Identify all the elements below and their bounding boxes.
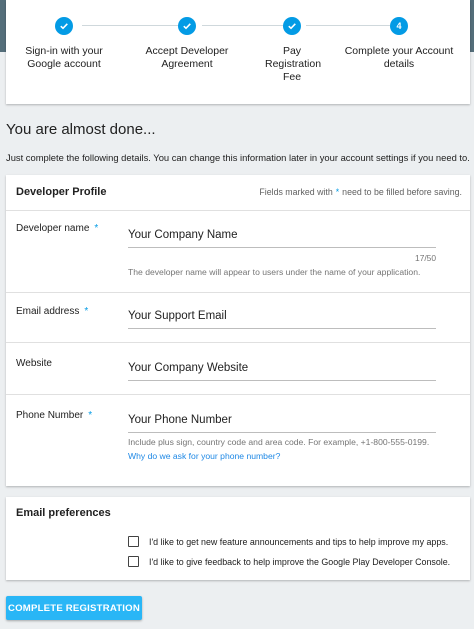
step-4-label: Complete your Account details: [344, 45, 454, 70]
feature-announcements-option[interactable]: I'd like to get new feature announcement…: [128, 536, 448, 547]
step-connector: [82, 25, 180, 26]
registration-stepper: 4 Sign-in with your Google account Accep…: [6, 0, 470, 104]
website-label: Website: [16, 358, 52, 369]
divider: [6, 394, 470, 395]
step-connector: [306, 25, 390, 26]
step-2-check-icon: [178, 17, 196, 35]
email-preferences-title: Email preferences: [16, 507, 111, 519]
phone-field[interactable]: [128, 411, 436, 433]
developer-name-input[interactable]: [128, 226, 436, 248]
developer-name-label: Developer name *: [16, 223, 99, 234]
feedback-label: I'd like to give feedback to help improv…: [149, 556, 451, 567]
step-3-label: Pay Registration Fee: [265, 45, 322, 83]
page-title: You are almost done...: [6, 121, 156, 138]
website-field[interactable]: [128, 359, 436, 381]
divider: [6, 342, 470, 343]
developer-profile-title: Developer Profile: [16, 186, 107, 198]
step-connector: [202, 25, 284, 26]
why-phone-link[interactable]: Why do we ask for your phone number?: [128, 451, 280, 461]
email-field[interactable]: [128, 307, 436, 329]
step-1-label: Sign-in with your Google account: [25, 45, 103, 70]
feedback-option[interactable]: I'd like to give feedback to help improv…: [128, 556, 450, 567]
feature-announcements-label: I'd like to get new feature announcement…: [149, 536, 449, 547]
required-fields-note: Fields marked with * need to be filled bef…: [259, 187, 462, 197]
developer-name-helper: The developer name will appear to users …: [128, 267, 421, 277]
character-counter: 17/50: [415, 253, 436, 263]
developer-profile-card: Developer Profile Fields marked with * nee…: [6, 175, 470, 486]
step-4-number: 4: [390, 17, 408, 35]
intro-text: Just complete the following details. You…: [6, 152, 470, 163]
phone-label: Phone Number *: [16, 410, 93, 421]
divider: [6, 210, 470, 211]
email-label: Email address *: [16, 306, 89, 317]
feedback-checkbox[interactable]: [128, 556, 139, 567]
email-preferences-card: Email preferences I'd like to get new fe…: [6, 497, 470, 580]
step-2-label: Accept Developer Agreement: [145, 45, 229, 70]
step-1-check-icon: [55, 17, 73, 35]
divider: [6, 292, 470, 293]
phone-helper: Include plus sign, country code and area…: [128, 437, 430, 447]
feature-announcements-checkbox[interactable]: [128, 536, 139, 547]
step-3-check-icon: [283, 17, 301, 35]
complete-registration-button[interactable]: COMPLETE REGISTRATION: [6, 596, 142, 620]
